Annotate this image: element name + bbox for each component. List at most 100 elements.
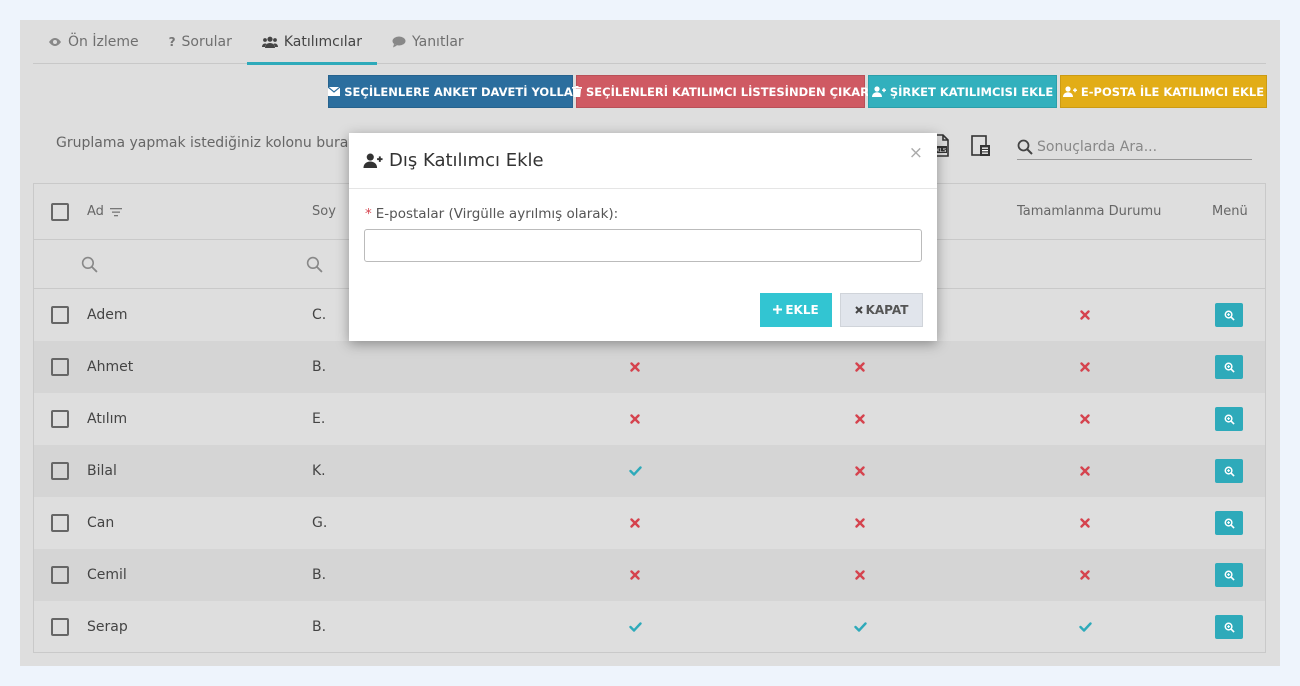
tab-questions[interactable]: ? Sorular	[154, 20, 247, 64]
filter-icon[interactable]	[109, 207, 122, 217]
add-company-participant-button[interactable]: ŞİRKET KATILIMCISI EKLE	[868, 75, 1057, 108]
zoom-in-button[interactable]	[1215, 459, 1243, 483]
column-header-menu: Menü	[1212, 184, 1248, 239]
trash-icon	[572, 86, 582, 97]
table-row: Serap B.	[34, 601, 1265, 653]
send-invite-label: SEÇİLENLERE ANKET DAVETİ YOLLA	[344, 84, 573, 99]
label-text: E-postalar (Virgülle ayrılmış olarak):	[375, 206, 619, 222]
zoom-in-button[interactable]	[1215, 407, 1243, 431]
tab-answers[interactable]: Yanıtlar	[377, 20, 479, 64]
row-checkbox[interactable]	[51, 393, 69, 445]
x-mark-icon	[840, 549, 880, 601]
x-mark-icon	[840, 341, 880, 393]
user-plus-icon	[1062, 86, 1077, 97]
cell-ad: Atılım	[87, 411, 128, 427]
row-menu-cell	[1215, 549, 1243, 601]
tab-participants[interactable]: Katılımcılar	[246, 20, 378, 65]
close-icon[interactable]: ×	[909, 143, 923, 163]
question-icon: ?	[168, 35, 176, 49]
add-email-participant-button[interactable]: E-POSTA İLE KATILIMCI EKLE	[1060, 75, 1267, 108]
filter-ad-search-icon[interactable]	[81, 240, 98, 288]
row-checkbox[interactable]	[51, 341, 69, 393]
x-mark-icon	[615, 341, 655, 393]
add-external-participant-modal: Dış Katılımcı Ekle × * E-postalar (Virgül…	[349, 133, 937, 341]
x-mark-icon	[1065, 549, 1105, 601]
svg-text:XLS: XLS	[936, 148, 947, 154]
cell-ad: Cemil	[87, 567, 127, 583]
row-menu-cell	[1215, 497, 1243, 549]
envelope-icon	[328, 87, 341, 96]
zoom-in-icon	[1224, 622, 1235, 633]
table-row: Bilal K.	[34, 445, 1265, 497]
row-checkbox[interactable]	[51, 497, 69, 549]
user-plus-icon	[363, 153, 383, 168]
cell-ad: Serap	[87, 619, 128, 635]
check-icon	[615, 601, 655, 653]
zoom-in-icon	[1224, 570, 1235, 581]
row-checkbox[interactable]	[51, 549, 69, 601]
zoom-in-button[interactable]	[1215, 303, 1243, 327]
emails-input[interactable]	[364, 229, 922, 262]
column-label: Ad	[87, 204, 104, 219]
select-all-checkbox[interactable]	[51, 184, 69, 239]
eye-icon	[48, 37, 62, 47]
send-invite-button[interactable]: SEÇİLENLERE ANKET DAVETİ YOLLA	[328, 75, 573, 108]
x-mark-icon	[615, 393, 655, 445]
add-button[interactable]: EKLE	[760, 293, 832, 327]
row-checkbox[interactable]	[51, 445, 69, 497]
check-icon	[1065, 601, 1105, 653]
results-search	[1017, 134, 1252, 160]
cell-ad: Can	[87, 515, 115, 531]
modal-title: Dış Katılımcı Ekle	[389, 150, 544, 171]
row-checkbox[interactable]	[51, 601, 69, 653]
column-header-completion[interactable]: Tamamlanma Durumu	[1017, 184, 1161, 239]
x-mark-icon	[1065, 445, 1105, 497]
x-mark-icon	[1065, 289, 1105, 341]
cell-soyad: G.	[312, 515, 328, 531]
modal-header: Dış Katılımcı Ekle ×	[349, 133, 937, 189]
tab-label: Yanıtlar	[411, 34, 464, 50]
comment-icon	[392, 36, 406, 48]
search-input[interactable]	[1037, 138, 1247, 155]
zoom-in-button[interactable]	[1215, 511, 1243, 535]
row-menu-cell	[1215, 289, 1243, 341]
tab-label: Sorular	[181, 34, 232, 50]
table-row: Ahmet B.	[34, 341, 1265, 393]
tab-preview[interactable]: Ön İzleme	[33, 20, 154, 64]
zoom-in-icon	[1224, 362, 1235, 373]
tab-label: Katılımcılar	[283, 34, 362, 50]
times-icon	[854, 303, 863, 317]
table-row: Can G.	[34, 497, 1265, 549]
zoom-in-icon	[1224, 310, 1235, 321]
row-menu-cell	[1215, 445, 1243, 497]
search-icon	[1017, 139, 1033, 155]
cell-soyad: B.	[312, 359, 327, 375]
zoom-in-button[interactable]	[1215, 355, 1243, 379]
row-menu-cell	[1215, 601, 1243, 653]
cell-ad: Bilal	[87, 463, 117, 479]
x-mark-icon	[840, 445, 880, 497]
x-mark-icon	[615, 549, 655, 601]
zoom-in-icon	[1224, 518, 1235, 529]
zoom-in-button[interactable]	[1215, 615, 1243, 639]
export-pdf-icon[interactable]	[970, 134, 992, 158]
column-header-ad[interactable]: Ad	[87, 184, 122, 239]
plus-icon	[773, 303, 783, 317]
app-frame: Ön İzleme ? Sorular Katılımcılar Yanıtla…	[20, 20, 1280, 666]
remove-selected-button[interactable]: SEÇİLENLERİ KATILIMCI LİSTESİNDEN ÇIKAR	[572, 75, 869, 108]
column-label: Soy	[312, 204, 336, 219]
column-header-soyad[interactable]: Soy	[312, 184, 336, 239]
add-company-participant-label: ŞİRKET KATILIMCISI EKLE	[889, 84, 1054, 99]
user-plus-icon	[871, 86, 886, 97]
zoom-in-icon	[1224, 414, 1235, 425]
table-row: Cemil B.	[34, 549, 1265, 601]
zoom-in-button[interactable]	[1215, 563, 1243, 587]
add-button-label: EKLE	[785, 303, 819, 317]
row-checkbox[interactable]	[51, 289, 69, 341]
filter-soyad-search-icon[interactable]	[306, 240, 323, 288]
x-mark-icon	[840, 393, 880, 445]
close-button[interactable]: KAPAT	[840, 293, 923, 327]
cell-ad: Adem	[87, 307, 128, 323]
cell-soyad: E.	[312, 411, 326, 427]
action-bar: SEÇİLENLERE ANKET DAVETİ YOLLA SEÇİLENLE…	[328, 75, 1267, 108]
